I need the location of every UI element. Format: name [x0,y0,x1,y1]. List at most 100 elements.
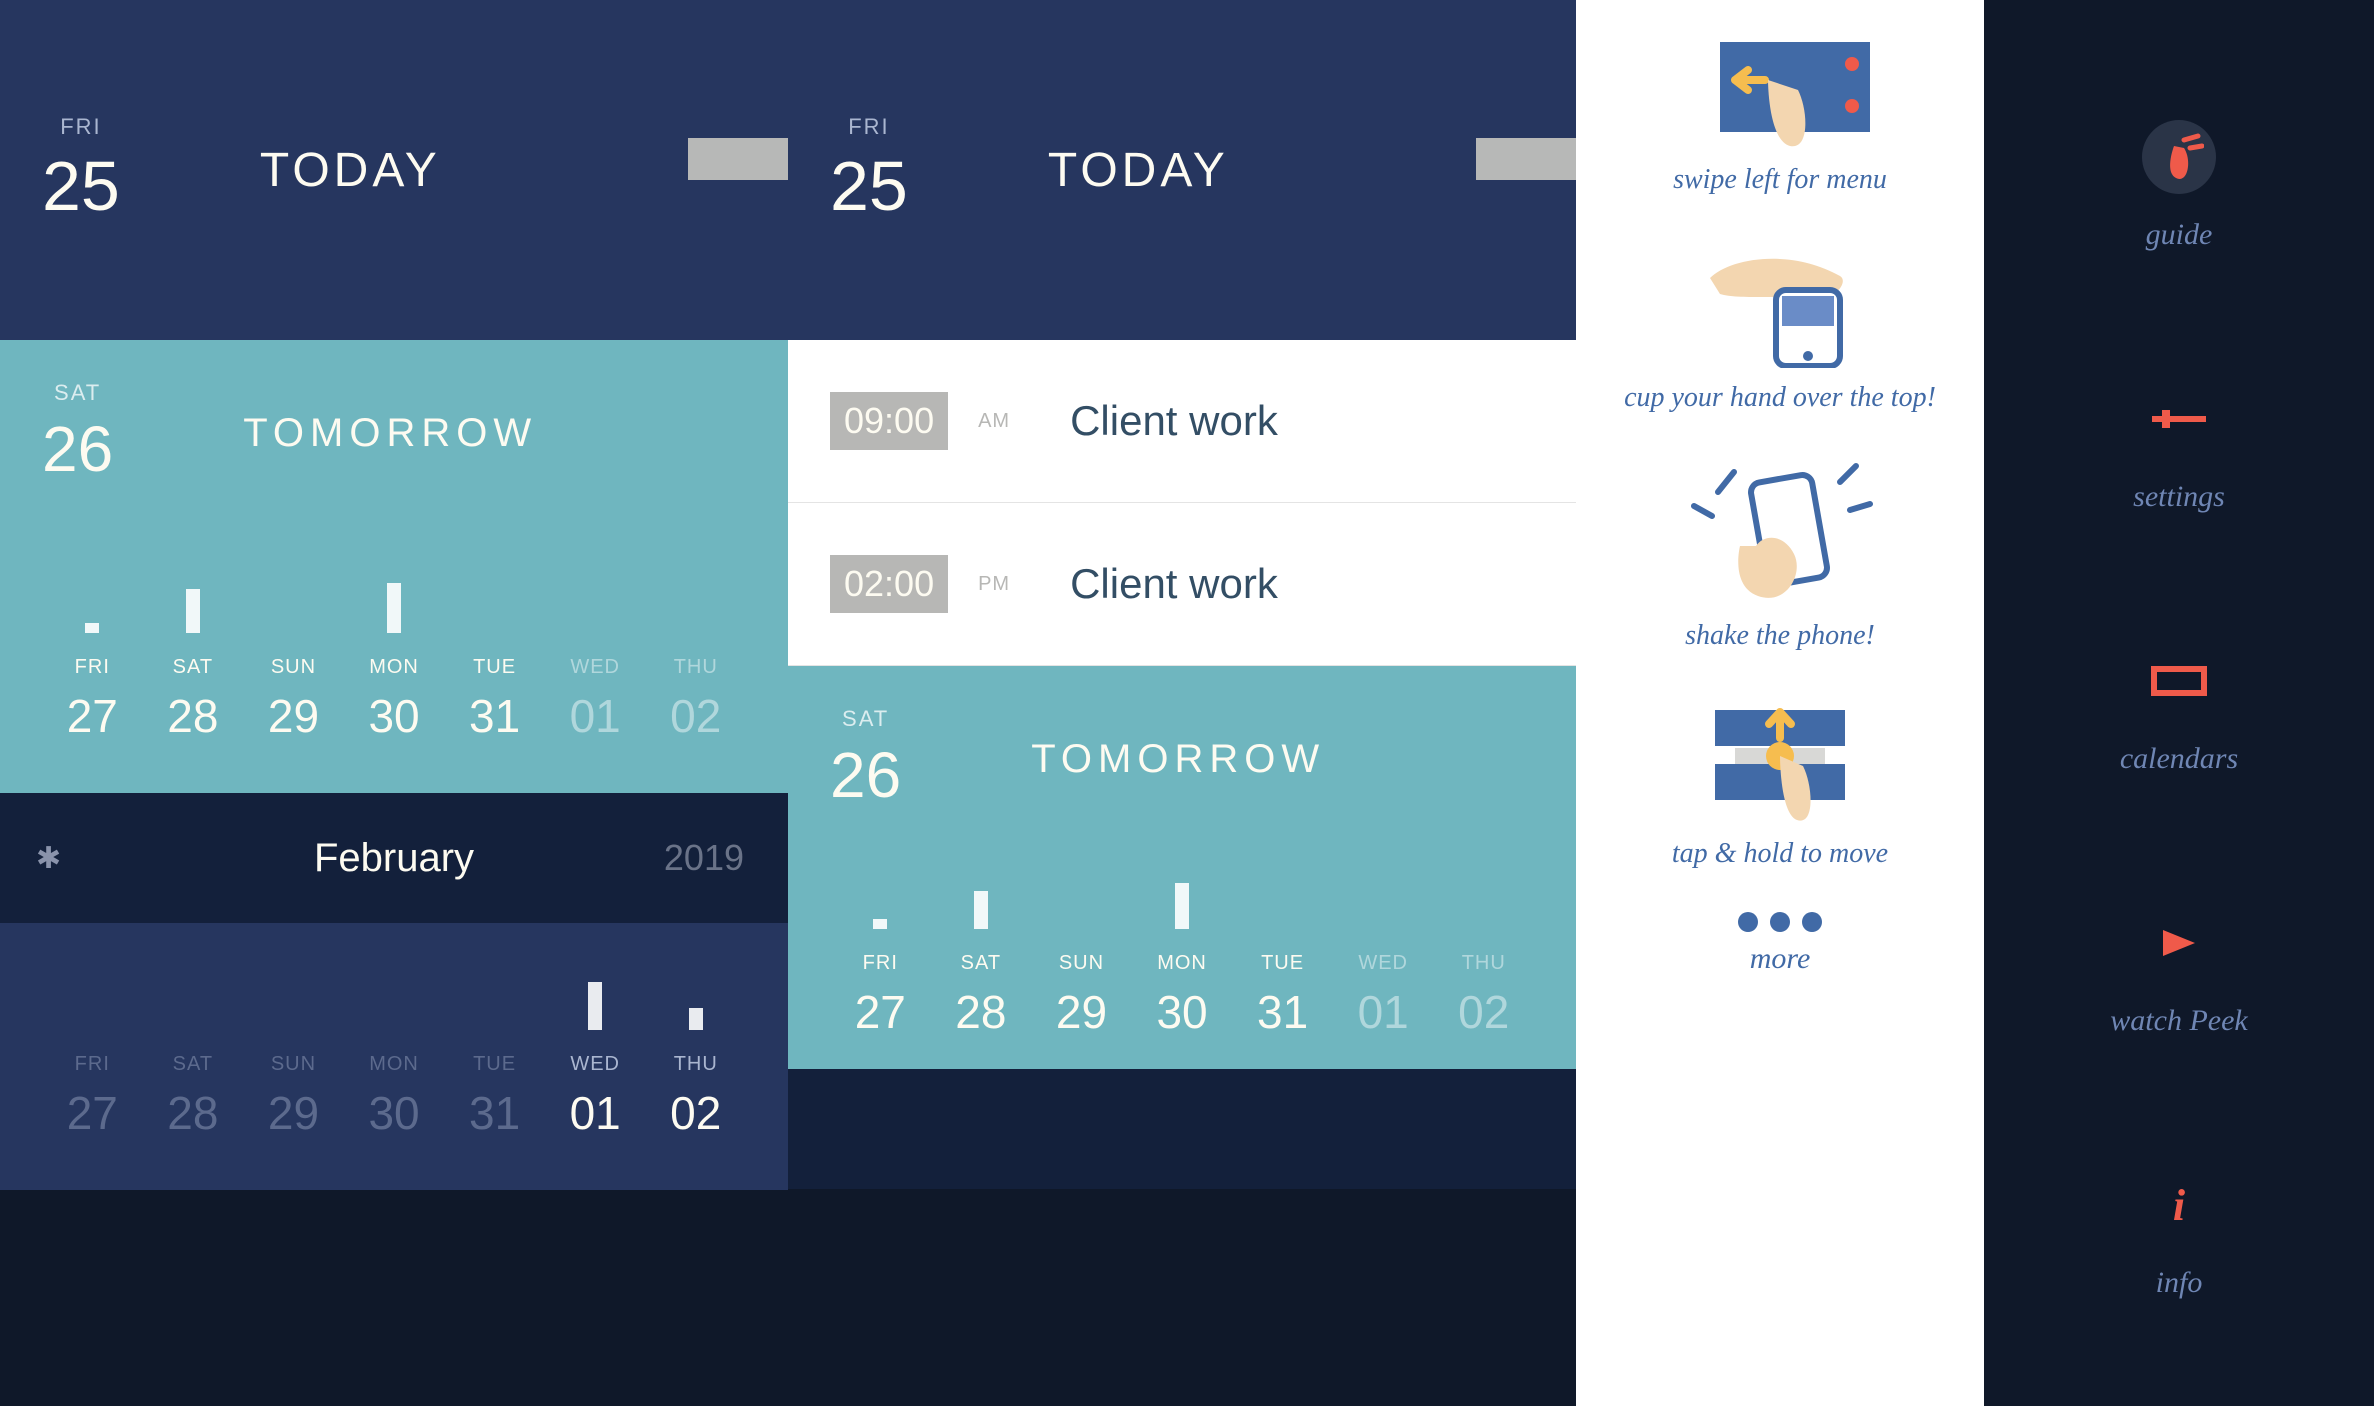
week-cell-dow: SAT [143,656,244,679]
guide-strip: swipe left for menu cup your hand over t… [1576,0,1984,1406]
week-day-cell[interactable]: SUN29 [243,983,344,1140]
calendar-icon [2148,663,2210,699]
event-title: Client work [1070,397,1278,445]
week-cell-num: 31 [444,689,545,743]
menu-guide[interactable]: guide [2142,120,2216,252]
menu-guide-label: guide [2142,218,2216,252]
event-row[interactable]: 02:00PMClient work [788,503,1576,666]
more-dots-icon [1738,912,1822,932]
week-cell-dow: TUE [444,1053,545,1076]
week-cell-num: 31 [444,1086,545,1140]
menu-calendars[interactable]: calendars [2120,644,2238,776]
week-day-cell[interactable]: SAT28 [931,882,1032,1039]
tomorrow-section-b[interactable]: SAT 26 TOMORROW FRI 27SAT28SUN29MON30TUE 3… [788,666,1576,1069]
week-day-cell[interactable]: MON30 [344,586,445,743]
week-day-cell[interactable]: TUE 31 [444,983,545,1140]
week-day-cell[interactable]: WED01 [545,586,646,743]
week-cell-num: 31 [1232,985,1333,1039]
week-day-cell[interactable]: MON30 [1132,882,1233,1039]
today-date-b: FRI 25 [830,114,908,226]
week-cell-num: 30 [344,1086,445,1140]
progress-indicator [688,138,788,180]
swipe-left-icon [1690,30,1870,150]
activity-bar [85,623,99,633]
week-cell-dow: FRI [42,656,143,679]
guide-more-label: more [1738,942,1822,976]
activity-bar [186,589,200,633]
week-cell-dow: THU [645,1053,746,1076]
week-cell-num: 27 [42,689,143,743]
activity-bar [873,919,887,929]
week-cell-num: 27 [42,1086,143,1140]
week-day-cell[interactable]: TUE 31 [444,586,545,743]
week-day-cell[interactable]: SAT28 [143,586,244,743]
menu-calendars-label: calendars [2120,742,2238,776]
shake-phone-icon [1680,456,1880,606]
menu-watch[interactable]: watch Peek [2110,906,2247,1038]
guide-cup-label: cup your hand over the top! [1624,382,1936,414]
week-day-cell[interactable]: FRI 27 [42,586,143,743]
week-day-cell[interactable]: WED01 [545,983,646,1140]
week-cell-dow: MON [344,1053,445,1076]
guide-shake: shake the phone! [1680,456,1880,652]
week-day-cell[interactable]: FRI27 [42,983,143,1140]
menu-info[interactable]: i info [2142,1168,2216,1300]
week-cell-dow: MON [1132,952,1233,975]
week-cell-num: 28 [931,985,1032,1039]
week-cell-dow: WED [545,656,646,679]
week-cell-dow: TUE [444,656,545,679]
guide-more[interactable]: more [1738,912,1822,976]
today-date: FRI 25 [42,114,120,226]
today-dow: FRI [42,114,120,140]
week-day-cell[interactable]: SUN 29 [243,586,344,743]
activity-bar [1175,883,1189,929]
today-header[interactable]: FRI 25 TODAY [0,0,788,340]
tomorrow-num-b: 26 [830,738,901,812]
week-cell-dow: WED [1333,952,1434,975]
today-header-b[interactable]: FRI 25 TODAY [788,0,1576,340]
week-cell-num: 27 [830,985,931,1039]
month-name: February [314,836,474,881]
tap-hold-icon [1685,694,1875,824]
week-day-cell[interactable]: WED01 [1333,882,1434,1039]
week-day-cell[interactable]: MON 30 [344,983,445,1140]
next-month-section[interactable]: FRI27SAT28SUN29MON 30 TUE 31WED01THU02 [0,923,788,1190]
week-day-cell[interactable]: FRI 27 [830,882,931,1039]
week-cell-dow: FRI [830,952,931,975]
week-cell-num: 02 [1433,985,1534,1039]
week-cell-num: 01 [545,1086,646,1140]
week-cell-num: 30 [344,689,445,743]
activity-bar [588,982,602,1030]
week-cell-dow: SAT [143,1053,244,1076]
slider-icon [2148,404,2210,434]
info-icon: i [2173,1180,2185,1231]
week-row-3: FRI 27SAT28SUN29MON30TUE 31WED01THU 02 [830,882,1534,1039]
event-row[interactable]: 09:00AMClient work [788,340,1576,503]
week-day-cell[interactable]: SAT28 [143,983,244,1140]
month-divider[interactable]: ✱ February 2019 [0,793,788,923]
event-time: 09:00 [830,392,948,450]
week-cell-num: 02 [645,689,746,743]
month-year: 2019 [664,837,744,879]
week-cell-dow: SUN [243,656,344,679]
guide-hold: tap & hold to move [1672,694,1888,870]
tomorrow-label-b: TOMORROW [1031,737,1325,782]
week-day-cell[interactable]: THU02 [645,586,746,743]
tomorrow-label: TOMORROW [243,411,537,456]
week-cell-dow: TUE [1232,952,1333,975]
tomorrow-head: SAT 26 TOMORROW [42,380,746,486]
activity-bar [387,583,401,633]
hand-tap-icon [2154,132,2204,182]
week-day-cell[interactable]: THU02 [645,983,746,1140]
week-cell-num: 29 [243,1086,344,1140]
week-day-cell[interactable]: SUN29 [1031,882,1132,1039]
week-day-cell[interactable]: TUE 31 [1232,882,1333,1039]
week-cell-num: 29 [1031,985,1132,1039]
week-cell-dow: THU [1433,952,1534,975]
tomorrow-section[interactable]: SAT 26 TOMORROW FRI 27SAT28SUN 29MON30TUE 3… [0,340,788,793]
menu-settings[interactable]: settings [2133,382,2225,514]
guide-shake-label: shake the phone! [1680,620,1880,652]
week-day-cell[interactable]: THU 02 [1433,882,1534,1039]
week-cell-num: 29 [243,689,344,743]
tomorrow-head-b: SAT 26 TOMORROW [830,706,1534,812]
